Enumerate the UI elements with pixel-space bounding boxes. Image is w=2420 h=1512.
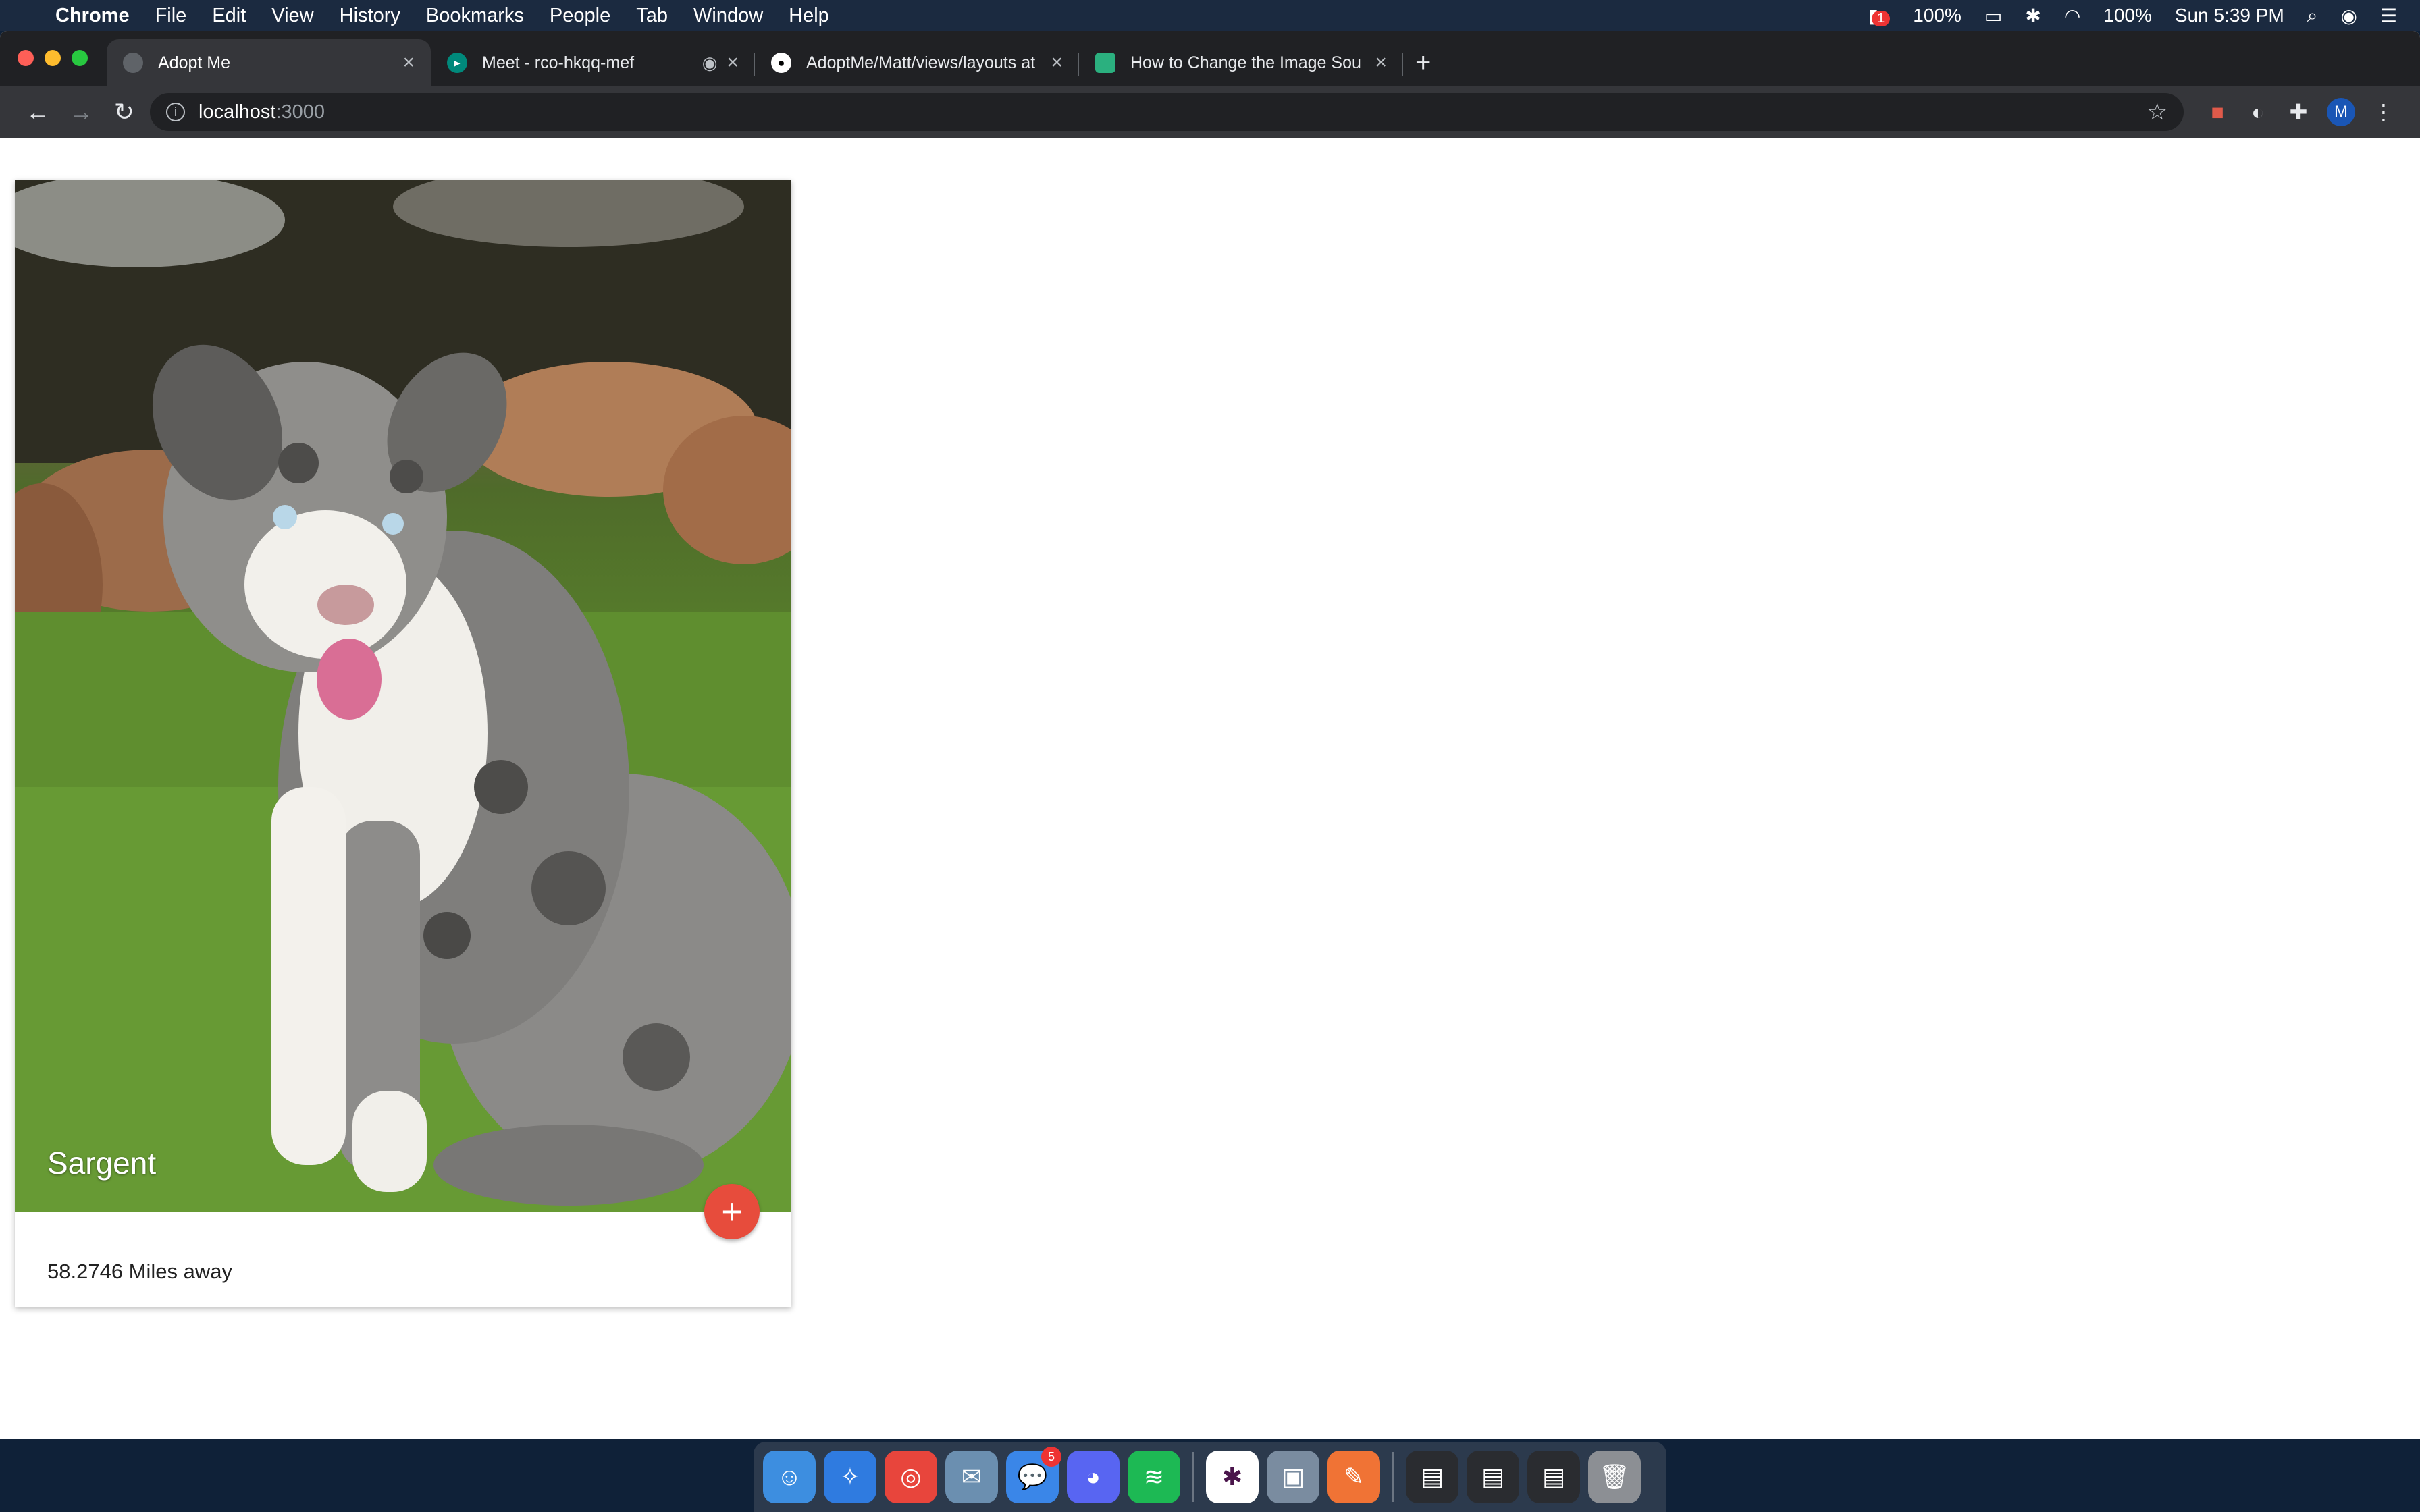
menu-edit[interactable]: Edit: [212, 5, 246, 27]
close-tab-icon[interactable]: ×: [402, 51, 415, 74]
finder-icon[interactable]: ☺: [763, 1451, 816, 1503]
pet-name: Sargent: [47, 1145, 157, 1181]
pet-distance: 58.2746 Miles away: [47, 1260, 232, 1283]
messages-badge: 5: [1041, 1447, 1061, 1467]
spotify-icon[interactable]: ≋: [1128, 1451, 1180, 1503]
reload-icon[interactable]: ↻: [103, 98, 146, 126]
clock[interactable]: Sun 5:39 PM: [2175, 5, 2284, 26]
fullscreen-window-button[interactable]: [72, 50, 88, 66]
menu-view[interactable]: View: [271, 5, 313, 27]
menu-file[interactable]: File: [155, 5, 187, 27]
add-favorite-button[interactable]: +: [704, 1184, 760, 1239]
bookmark-star-icon[interactable]: ☆: [2147, 99, 2167, 126]
close-tab-icon[interactable]: ×: [1051, 51, 1063, 74]
window-controls: [18, 50, 88, 66]
tabs: Adopt Me × ▸ Meet - rco-hkqq-mef ◉ × ● A…: [107, 39, 1443, 86]
minimize-window-button[interactable]: [45, 50, 61, 66]
menubar-status-area: ▮1 100% ▭ ✱ ◠ 100% Sun 5:39 PM ⌕ ◉ ☰: [1868, 5, 2397, 27]
macos-dock: ☺ ✧ ◎ ✉ 💬 5 ◕ ≋ ✱ ▣ ✎ ▤ ▤ ▤ 🗑: [754, 1442, 1666, 1512]
url-host: localhost: [199, 101, 276, 123]
back-icon[interactable]: ←: [16, 98, 59, 126]
menu-window[interactable]: Window: [693, 5, 763, 27]
browser-toolbar: ← → ↻ i localhost:3000 ☆ ■ ◐ ✚ M ⋮: [0, 86, 2420, 138]
bluetooth-icon[interactable]: ✱: [2025, 5, 2041, 27]
tab-meet[interactable]: ▸ Meet - rco-hkqq-mef ◉ ×: [431, 39, 755, 86]
messages-icon[interactable]: 💬 5: [1006, 1447, 1061, 1503]
close-tab-icon[interactable]: ×: [727, 51, 739, 74]
forward-icon[interactable]: →: [59, 98, 103, 126]
menu-bookmarks[interactable]: Bookmarks: [426, 5, 524, 27]
dock-separator: [1392, 1452, 1394, 1502]
tab-title: Meet - rco-hkqq-mef: [482, 53, 635, 72]
chrome-icon[interactable]: ◎: [885, 1451, 937, 1503]
pet-card[interactable]: Sargent 58.2746 Miles away: [15, 180, 791, 1307]
menu-people[interactable]: People: [550, 5, 610, 27]
menu-tab[interactable]: Tab: [636, 5, 668, 27]
tab-strip: Adopt Me × ▸ Meet - rco-hkqq-mef ◉ × ● A…: [0, 31, 2420, 86]
wifi-icon[interactable]: ◠: [2064, 5, 2080, 27]
airplay-icon[interactable]: ▭: [1984, 5, 2002, 27]
notification-badge: 1: [1872, 10, 1891, 26]
profile-avatar[interactable]: M: [2327, 98, 2355, 126]
tab-adopt-me[interactable]: Adopt Me ×: [107, 39, 431, 86]
slack-icon[interactable]: ✱: [1206, 1451, 1259, 1503]
macos-menubar: Chrome File Edit View History Bookmarks …: [0, 0, 2420, 31]
url-port: :3000: [275, 101, 325, 123]
siri-icon[interactable]: ◉: [2340, 5, 2357, 27]
menu-app-name[interactable]: Chrome: [55, 5, 130, 27]
tab-how-to-change-image[interactable]: How to Change the Image Sou ×: [1079, 39, 1403, 86]
spotlight-icon[interactable]: ⌕: [2307, 5, 2318, 27]
address-bar[interactable]: i localhost:3000 ☆: [150, 93, 2184, 131]
tab-title: AdoptMe/Matt/views/layouts at: [806, 53, 1036, 72]
notification-icon[interactable]: ▮1: [1868, 5, 1891, 27]
window-thumbnail-icon[interactable]: ▤: [1406, 1451, 1458, 1503]
close-tab-icon[interactable]: ×: [1375, 51, 1387, 74]
menu-history[interactable]: History: [340, 5, 400, 27]
chrome-window: Adopt Me × ▸ Meet - rco-hkqq-mef ◉ × ● A…: [0, 31, 2420, 1439]
window-thumbnail-icon[interactable]: ▤: [1527, 1451, 1580, 1503]
close-window-button[interactable]: [18, 50, 34, 66]
site-icon: [1095, 53, 1115, 73]
battery-left-label[interactable]: 100%: [1913, 5, 1962, 26]
menu-help[interactable]: Help: [789, 5, 829, 27]
pet-photo: Sargent: [15, 180, 791, 1212]
info-icon[interactable]: i: [166, 103, 185, 122]
extension-record-icon[interactable]: ■: [2197, 100, 2238, 125]
page-content: Sargent 58.2746 Miles away +: [0, 138, 2420, 1439]
discord-icon[interactable]: ◕: [1067, 1451, 1120, 1503]
tab-title: Adopt Me: [158, 53, 231, 72]
tab-separator: [1402, 53, 1403, 76]
extension-circle-icon[interactable]: ◐: [2238, 100, 2278, 125]
meet-icon: ▸: [447, 53, 467, 73]
mail-icon[interactable]: ✉: [945, 1451, 998, 1503]
dog-illustration: [15, 180, 791, 1212]
extensions-puzzle-icon[interactable]: ✚: [2278, 99, 2319, 125]
dock-separator: [1192, 1452, 1194, 1502]
trash-icon[interactable]: 🗑: [1588, 1451, 1641, 1503]
preview-icon[interactable]: ▣: [1267, 1451, 1319, 1503]
control-center-icon[interactable]: ☰: [2380, 5, 2397, 27]
safari-icon[interactable]: ✧: [824, 1451, 876, 1503]
battery-right-label[interactable]: 100%: [2103, 5, 2152, 26]
globe-icon: [123, 53, 143, 73]
chrome-menu-icon[interactable]: ⋮: [2363, 99, 2404, 125]
new-tab-button[interactable]: +: [1403, 39, 1443, 86]
recording-icon: ◉: [702, 52, 718, 73]
postman-icon[interactable]: ✎: [1327, 1451, 1380, 1503]
window-thumbnail-icon[interactable]: ▤: [1467, 1451, 1519, 1503]
tab-github[interactable]: ● AdoptMe/Matt/views/layouts at ×: [755, 39, 1079, 86]
tab-title: How to Change the Image Sou: [1130, 53, 1361, 72]
github-icon: ●: [771, 53, 791, 73]
